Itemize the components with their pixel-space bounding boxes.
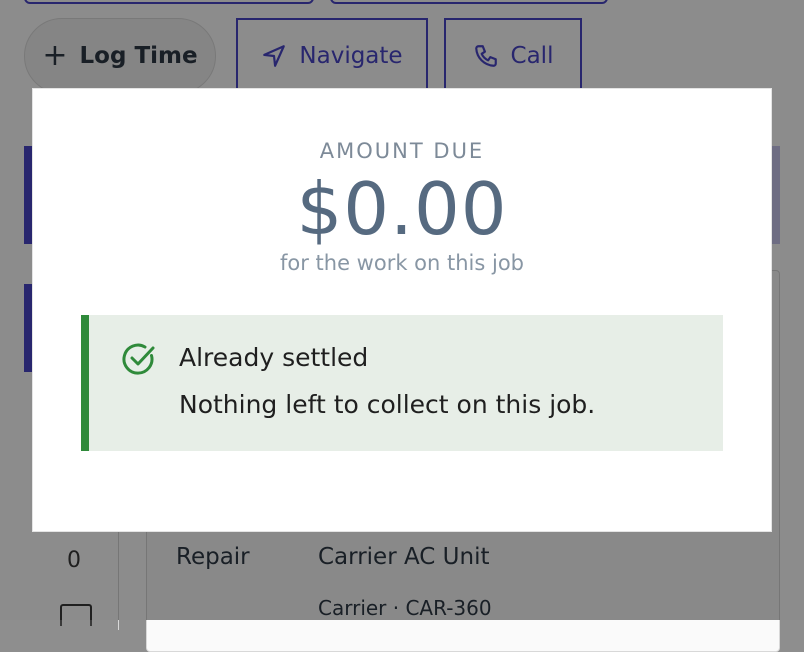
notice-message: Nothing left to collect on this job. [179, 390, 596, 419]
payment-modal: AMOUNT DUE $0.00 for the work on this jo… [32, 88, 772, 532]
notice-title: Already settled [179, 343, 369, 372]
amount-due-label: AMOUNT DUE [319, 139, 485, 163]
amount-due-value: $0.00 [296, 167, 508, 251]
amount-due-subtitle: for the work on this job [279, 251, 525, 275]
settled-notice: Already settled Nothing left to collect … [81, 315, 723, 451]
check-circle-icon [122, 343, 155, 375]
